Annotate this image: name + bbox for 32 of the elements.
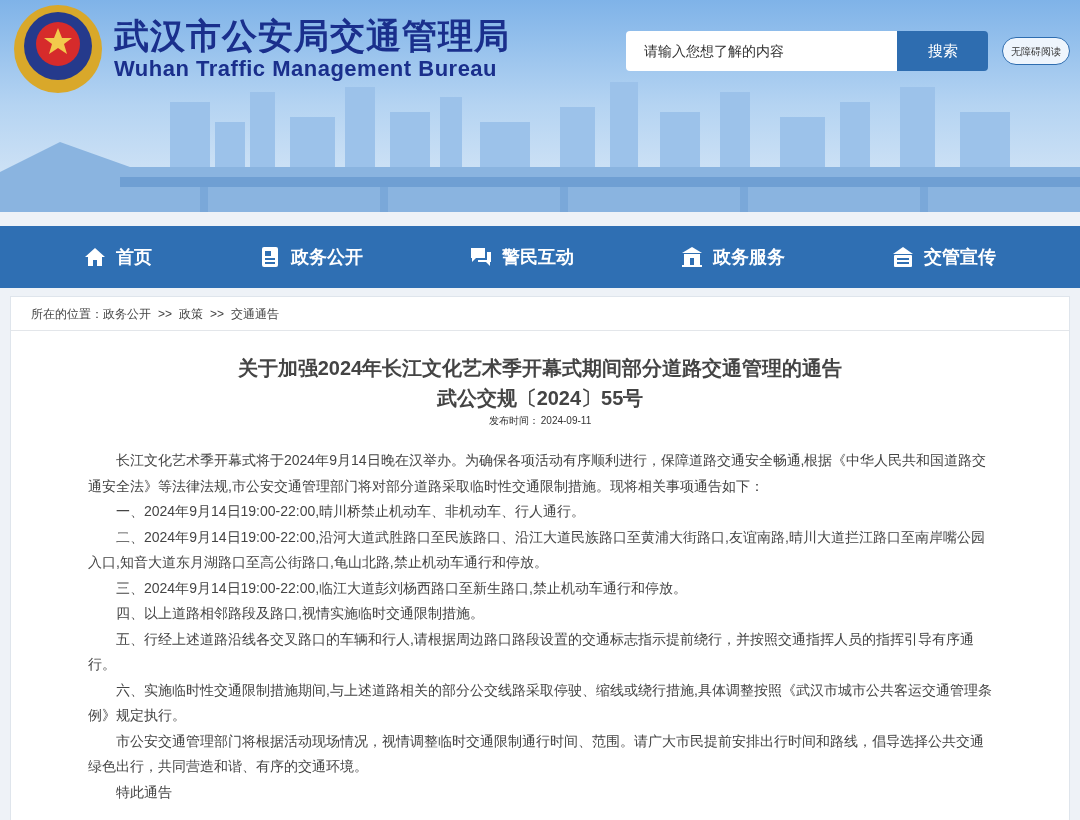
- article-paragraph: 五、行经上述道路沿线各交叉路口的车辆和行人,请根据周边路口路段设置的交通标志指示提前绕行，并按照交通指挥人员的指挥引导有序通行。: [88, 629, 975, 674]
- nav-link[interactable]: 政务公开: [258, 243, 363, 271]
- breadcrumb-separator: >>: [157, 305, 173, 323]
- article-paragraph: 二、2024年9月14日19:00-22:00,沿河大道武胜路口至民族路口、沿江大道民族路口至黄浦大街路口,友谊南路,晴川大道拦江路口至南岸嘴公园入口,知音大道东月湖路口至高公街路口,龟山北路,禁止机动车通行和停放。: [88, 527, 986, 572]
- document-number: 武公交规〔2024〕55号: [435, 386, 645, 411]
- article-paragraph: 市公安交通管理部门将根据活动现场情况，视情调整临时交通限制通行时间、范围。请广大市民提前安排出行时间和路线，倡导选择公共交通绿色出行，共同营造和谐、有序的交通环境。: [88, 731, 985, 776]
- article-paragraph: 四、以上道路相邻路段及路口,视情实施临时交通限制措施。: [115, 604, 485, 623]
- nav-link[interactable]: 警民互动: [469, 243, 574, 271]
- breadcrumb-separator: >>: [209, 305, 226, 323]
- publish-label: 发布时间：: [488, 414, 539, 428]
- article-paragraph: 一、2024年9月14日19:00-22:00,晴川桥禁止机动车、非机动车、行人通行。: [115, 502, 587, 521]
- chat-icon: [469, 246, 492, 268]
- nav-link[interactable]: 政务服务: [681, 243, 786, 271]
- article-paragraph: 长江文化艺术季开幕式将于2024年9月14日晚在汉举办。为确保各项活动有序顺利进行，保障道路交通安全畅通,根据《中华人民共和国道路交通安全法》等法律法规,市公安交通管理部门将对部分道路采取临时性交通限制措施。现将相关事项通告如下：: [88, 451, 988, 496]
- article-paragraph: 六、实施临时性交通限制措施期间,与上述道路相关的部分公交线路采取停驶、缩线或绕行措施,具体调整按照《武汉市城市公共客运交通管理条例》规定执行。: [88, 680, 992, 725]
- breadcrumb-link[interactable]: 政务公开: [103, 304, 151, 323]
- search-field[interactable]: 请输入您想了解的内容: [626, 31, 897, 71]
- building-icon: [681, 246, 704, 268]
- breadcrumb-link[interactable]: 交通通告: [231, 304, 280, 323]
- site-title: 武汉市公安局交通管理局: [114, 16, 510, 56]
- nav-link[interactable]: 首页: [83, 243, 152, 271]
- breadcrumb-link[interactable]: 政策: [179, 304, 203, 323]
- accessibility-button[interactable]: 无障碍阅读: [1002, 37, 1070, 65]
- publish-date: 2024-09-11: [540, 414, 592, 428]
- breadcrumb-label: 所在的位置：: [31, 305, 103, 323]
- article-paragraph: 三、2024年9月14日19:00-22:00,临江大道彭刘杨西路口至新生路口,禁止机动车通行和停放。: [115, 578, 688, 598]
- home-icon: [83, 246, 106, 268]
- site-subtitle: Wuhan Traffic Management Bureau: [114, 56, 499, 82]
- article-title: 关于加强2024年长江文化艺术季开幕式期间部分道路交通管理的通告: [236, 356, 844, 381]
- article-paragraph: 特此通告: [115, 782, 173, 802]
- nav-link[interactable]: 交管宣传: [892, 243, 997, 271]
- search-button[interactable]: 搜索: [897, 31, 988, 71]
